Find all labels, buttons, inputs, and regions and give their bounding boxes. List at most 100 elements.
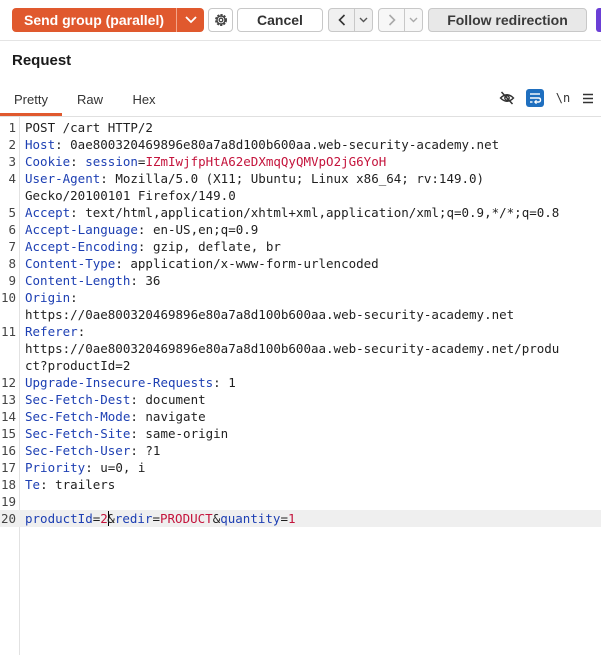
history-forward-dropdown[interactable] (405, 9, 422, 31)
line-number: 1 (8, 120, 16, 135)
code-line[interactable]: 10 Origin: (0, 289, 601, 306)
text-token: : ?1 (130, 443, 161, 458)
code-line[interactable]: 3 Cookie: session=IZmIwjfpHtA62eDXmqQyQMV… (0, 153, 601, 170)
text-token: & (107, 511, 115, 526)
code-line[interactable]: 2 Host: 0ae800320469896e80a7a8d100b600aa.… (0, 136, 601, 153)
text-token: https://0ae800320469896e80a7a8d100b600aa… (25, 307, 515, 322)
code-line[interactable]: 19 (0, 493, 601, 510)
toolbar-divider (0, 40, 601, 41)
line-content: Content-Length: 36 (25, 272, 160, 289)
line-number: 17 (0, 460, 16, 475)
hide-nonprintable-toggle[interactable] (498, 89, 516, 107)
header-name: Accept-Encoding (25, 239, 138, 254)
code-line[interactable]: 17 Priority: u=0, i (0, 459, 601, 476)
text-token: : (77, 324, 86, 339)
code-line[interactable]: 9 Content-Length: 36 (0, 272, 601, 289)
send-options-dropdown[interactable] (176, 8, 204, 32)
wrap-lines-toggle[interactable] (526, 89, 544, 107)
code-line[interactable]: 11 Referer: (0, 323, 601, 340)
code-line[interactable]: 18 Te: trailers (0, 476, 601, 493)
line-number: 12 (0, 375, 16, 390)
show-newlines-toggle[interactable]: \n (553, 89, 573, 107)
header-name: Sec-Fetch-User (25, 443, 131, 458)
code-line[interactable]: 1 POST /cart HTTP/2 (0, 119, 601, 136)
code-line[interactable]: 8 Content-Type: application/x-www-form-ur… (0, 255, 601, 272)
line-content: Host: 0ae800320469896e80a7a8d100b600aa.w… (25, 136, 499, 153)
line-content: Upgrade-Insecure-Requests: 1 (25, 374, 236, 391)
text-token: : u=0, i (85, 460, 146, 475)
panel-title: Request (12, 52, 72, 69)
text-token: https://0ae800320469896e80a7a8d100b600aa… (25, 341, 560, 356)
header-name: session (85, 154, 138, 169)
header-name: quantity (220, 511, 281, 526)
value-token: PRODUCT (160, 511, 213, 526)
line-number: 4 (8, 171, 16, 186)
line-number: 16 (0, 443, 16, 458)
request-editor[interactable]: 1 POST /cart HTTP/2 2 Host: 0ae800320469896… (0, 117, 601, 655)
text-token: = (152, 511, 160, 526)
line-content: https://0ae800320469896e80a7a8d100b600aa… (25, 340, 559, 357)
code-line[interactable]: 5 Accept: text/html,application/xhtml+xml… (0, 204, 601, 221)
header-name: Te (25, 477, 41, 492)
tab-raw[interactable]: Raw (62, 82, 118, 116)
line-number: 8 (8, 256, 16, 271)
code-line[interactable]: 14 Sec-Fetch-Mode: navigate (0, 408, 601, 425)
history-back-dropdown[interactable] (355, 9, 372, 31)
text-token: : 1 (213, 375, 236, 390)
line-number: 13 (0, 392, 16, 407)
wrap-lines-icon (530, 93, 542, 104)
line-content: Origin: (25, 289, 78, 306)
code-line[interactable]: https://0ae800320469896e80a7a8d100b600aa… (0, 340, 601, 357)
text-token: : en-US,en;q=0.9 (137, 222, 259, 237)
code-line[interactable]: https://0ae800320469896e80a7a8d100b600aa… (0, 306, 601, 323)
editor-menu-button[interactable] (580, 89, 596, 107)
tab-hex[interactable]: Hex (118, 82, 170, 116)
history-forward-button[interactable] (379, 9, 405, 31)
history-back-group (328, 8, 373, 32)
line-content: Sec-Fetch-Dest: document (25, 391, 206, 408)
header-name: Content-Length (25, 273, 131, 288)
text-token: : 36 (130, 273, 161, 288)
text-token: POST /cart HTTP/2 (25, 120, 153, 135)
settings-button[interactable] (208, 8, 233, 32)
code-line[interactable]: 6 Accept-Language: en-US,en;q=0.9 (0, 221, 601, 238)
code-line[interactable]: 4 User-Agent: Mozilla/5.0 (X11; Ubuntu; L… (0, 170, 601, 187)
text-token: : (70, 154, 86, 169)
header-name: User-Agent (25, 171, 101, 186)
code-line[interactable]: 13 Sec-Fetch-Dest: document (0, 391, 601, 408)
line-number: 11 (0, 324, 16, 339)
line-content: Referer: (25, 323, 85, 340)
code-line[interactable]: 16 Sec-Fetch-User: ?1 (0, 442, 601, 459)
text-token: : 0ae800320469896e80a7a8d100b600aa.web-s… (55, 137, 500, 152)
value-token: IZmIwjfpHtA62eDXmqQyQMVpO2jG6YoH (145, 154, 387, 169)
text-token: : (70, 290, 78, 305)
tab-pretty[interactable]: Pretty (0, 82, 62, 116)
code-line[interactable]: Gecko/20100101 Firefox/149.0 (0, 187, 601, 204)
line-number: 18 (0, 477, 16, 492)
line-content: Gecko/20100101 Firefox/149.0 (25, 187, 236, 204)
code-line[interactable]: 20 productId=2&redir=PRODUCT&quantity=1 (0, 510, 601, 527)
line-content: Sec-Fetch-User: ?1 (25, 442, 160, 459)
text-token: Gecko/20100101 Firefox/149.0 (25, 188, 236, 203)
overflow-button[interactable] (596, 8, 601, 32)
send-group-button[interactable]: Send group (parallel) (12, 8, 176, 32)
header-name: Cookie (25, 154, 71, 169)
eye-off-icon (499, 91, 515, 105)
menu-icon (583, 93, 593, 103)
header-name: Priority (25, 460, 86, 475)
header-name: Accept (25, 205, 71, 220)
value-token: 1 (287, 511, 296, 526)
line-number: 6 (8, 222, 16, 237)
line-content: Priority: u=0, i (25, 459, 145, 476)
header-name: Referer (25, 324, 78, 339)
code-line[interactable]: 12 Upgrade-Insecure-Requests: 1 (0, 374, 601, 391)
cancel-button[interactable]: Cancel (237, 8, 323, 32)
code-line[interactable]: 15 Sec-Fetch-Site: same-origin (0, 425, 601, 442)
code-line[interactable]: ct?productId=2 (0, 357, 601, 374)
follow-redirection-button[interactable]: Follow redirection (428, 8, 587, 32)
code-line[interactable]: 7 Accept-Encoding: gzip, deflate, br (0, 238, 601, 255)
text-token: : application/x-www-form-urlencoded (115, 256, 379, 271)
chevron-down-icon (184, 16, 197, 24)
history-back-button[interactable] (329, 9, 355, 31)
header-name: Accept-Language (25, 222, 138, 237)
